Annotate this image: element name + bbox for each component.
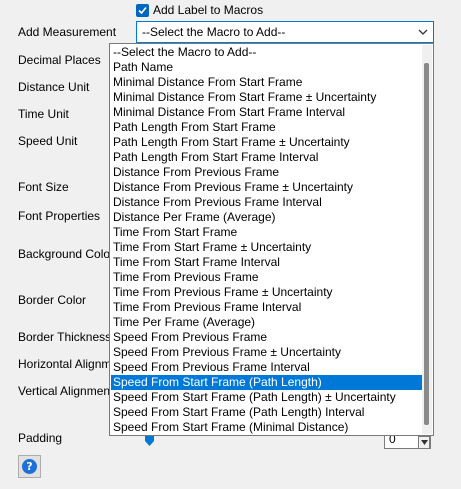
label-border-thickness: Border Thickness [18, 330, 112, 344]
label-font-properties: Font Properties [18, 209, 101, 223]
dropdown-option[interactable]: Minimal Distance From Start Frame ± Unce… [111, 90, 422, 105]
dropdown-option[interactable]: Speed From Previous Frame Interval [111, 360, 422, 375]
dropdown-option[interactable]: Time From Previous Frame ± Uncertainty [111, 285, 422, 300]
add-label-checkbox-label: Add Label to Macros [153, 3, 264, 17]
padding-spin-down-button[interactable] [418, 436, 430, 449]
dropdown-option[interactable]: Distance From Previous Frame [111, 165, 422, 180]
macro-dropdown-items: --Select the Macro to Add-- Path Name Mini… [111, 45, 422, 435]
dropdown-option[interactable]: Time From Start Frame Interval [111, 255, 422, 270]
dropdown-option[interactable]: Distance From Previous Frame Interval [111, 195, 422, 210]
add-label-checkbox[interactable] [136, 3, 149, 17]
dropdown-option[interactable]: Speed From Previous Frame ± Uncertainty [111, 345, 422, 360]
dropdown-option[interactable]: Minimal Distance From Start Frame Interv… [111, 105, 422, 120]
spin-down-icon [420, 440, 428, 445]
label-background-color: Background Color [18, 247, 115, 261]
dropdown-option[interactable]: Speed From Start Frame (Minimal Distance… [111, 420, 422, 435]
label-time-unit: Time Unit [18, 107, 69, 121]
label-add-measurement: Add Measurement [18, 25, 117, 39]
dropdown-option[interactable]: Speed From Start Frame (Path Length) Int… [111, 405, 422, 420]
label-border-color: Border Color [18, 293, 87, 307]
dropdown-option[interactable]: Time From Start Frame ± Uncertainty [111, 240, 422, 255]
help-icon: ? [22, 459, 37, 474]
dropdown-scrollbar[interactable] [422, 45, 432, 434]
dropdown-option[interactable]: Time From Previous Frame [111, 270, 422, 285]
dropdown-option[interactable]: Distance Per Frame (Average) [111, 210, 422, 225]
dropdown-scrollbar-thumb[interactable] [424, 63, 429, 425]
dropdown-option[interactable]: Speed From Previous Frame [111, 330, 422, 345]
add-label-checkbox-row[interactable]: Add Label to Macros [136, 2, 263, 18]
dropdown-option[interactable]: Path Length From Start Frame ± Uncertain… [111, 135, 422, 150]
dropdown-option[interactable]: --Select the Macro to Add-- [111, 45, 422, 60]
label-speed-unit: Speed Unit [18, 134, 78, 148]
check-icon [138, 6, 147, 14]
label-decimal-places: Decimal Places [18, 53, 101, 67]
dropdown-option[interactable]: Time From Start Frame [111, 225, 422, 240]
dropdown-option[interactable]: Distance From Previous Frame ± Uncertain… [111, 180, 422, 195]
add-measurement-select[interactable]: --Select the Macro to Add-- [136, 21, 434, 43]
dropdown-option[interactable]: Speed From Start Frame (Path Length) [111, 375, 422, 390]
dropdown-option[interactable]: Path Length From Start Frame Interval [111, 150, 422, 165]
macro-dropdown-list[interactable]: --Select the Macro to Add-- Path Name Mini… [109, 43, 434, 436]
dropdown-option[interactable]: Path Name [111, 60, 422, 75]
help-button[interactable]: ? [18, 455, 41, 478]
label-font-size: Font Size [18, 180, 69, 194]
add-measurement-select-value: --Select the Macro to Add-- [142, 25, 286, 39]
dropdown-option[interactable]: Time Per Frame (Average) [111, 315, 422, 330]
dropdown-option[interactable]: Path Length From Start Frame [111, 120, 422, 135]
label-padding: Padding [18, 431, 63, 445]
dropdown-option[interactable]: Minimal Distance From Start Frame [111, 75, 422, 90]
dropdown-option[interactable]: Speed From Start Frame (Path Length) ± U… [111, 390, 422, 405]
label-vertical-alignment: Vertical Alignment [18, 384, 114, 398]
dropdown-option[interactable]: Time From Previous Frame Interval [111, 300, 422, 315]
label-distance-unit: Distance Unit [18, 80, 90, 94]
chevron-down-icon [418, 29, 428, 35]
